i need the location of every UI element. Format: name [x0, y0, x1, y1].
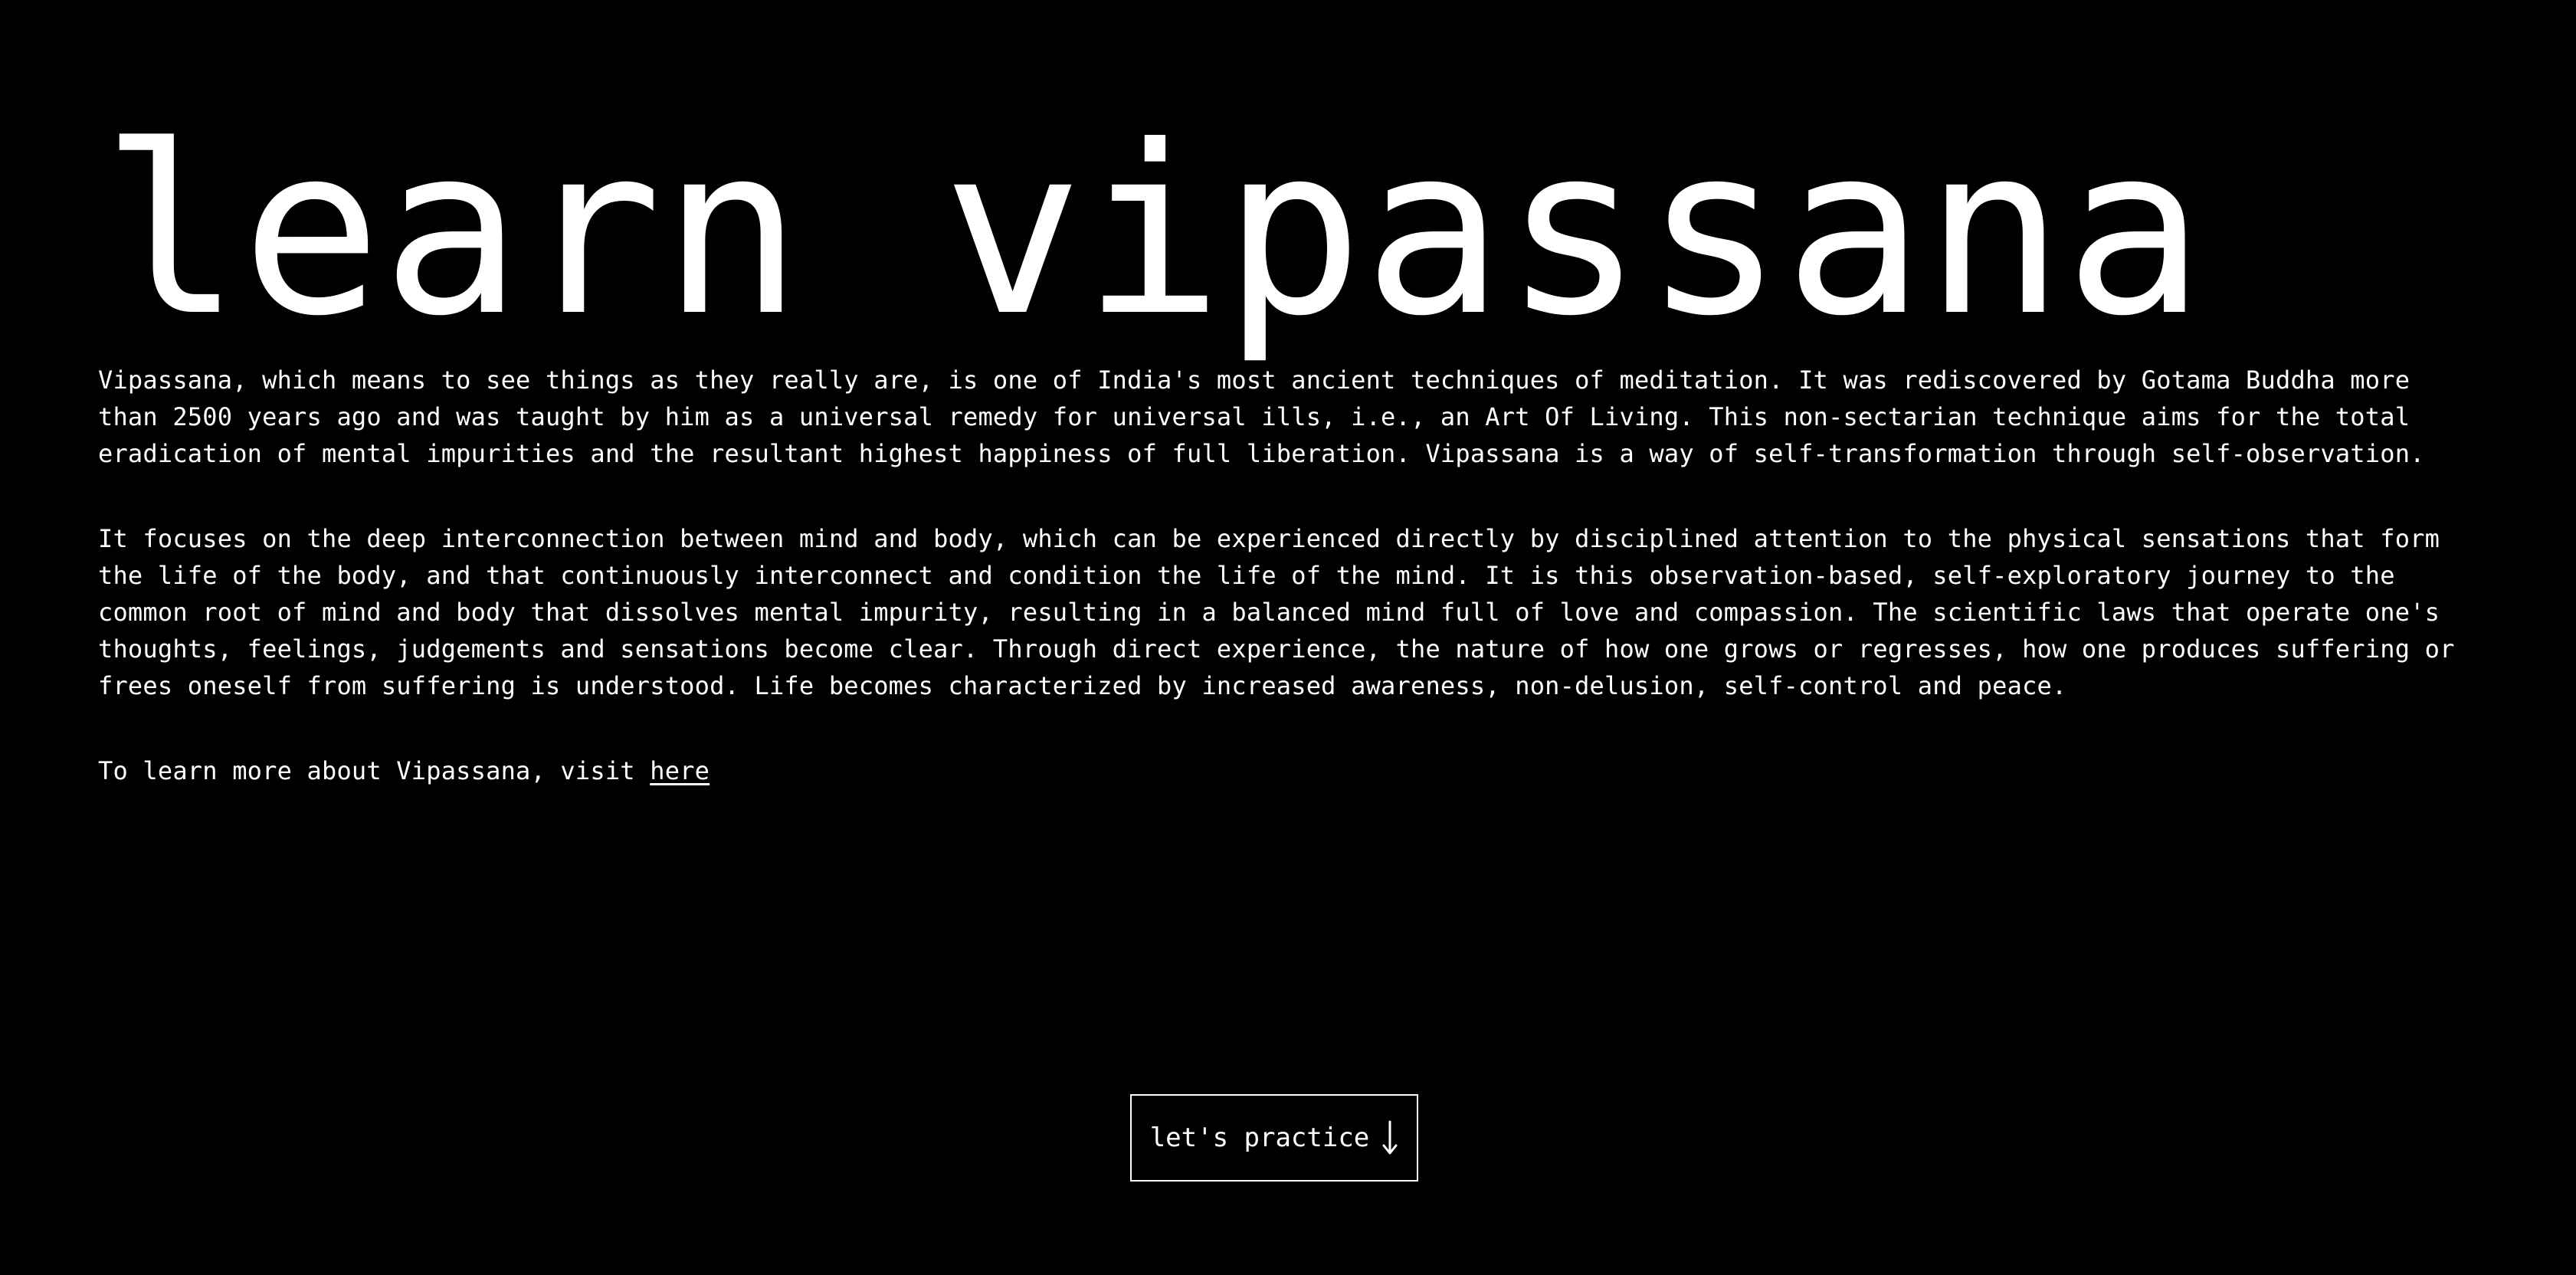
learn-more-line: To learn more about Vipassana, visit her… [98, 752, 2478, 789]
lets-practice-button[interactable]: let's practice [1130, 1094, 1418, 1182]
intro-paragraph: Vipassana, which means to see things as … [98, 365, 2425, 468]
learn-more-text: To learn more about Vipassana, visit [98, 756, 651, 785]
page-title: learn vipassana [101, 96, 2205, 367]
description-paragraph: It focuses on the deep interconnection b… [98, 524, 2455, 700]
arrow-down-icon [1382, 1120, 1398, 1155]
learn-more-link[interactable]: here [650, 756, 710, 785]
content-section: Vipassana, which means to see things as … [98, 362, 2478, 789]
lets-practice-label: let's practice [1149, 1123, 1370, 1153]
